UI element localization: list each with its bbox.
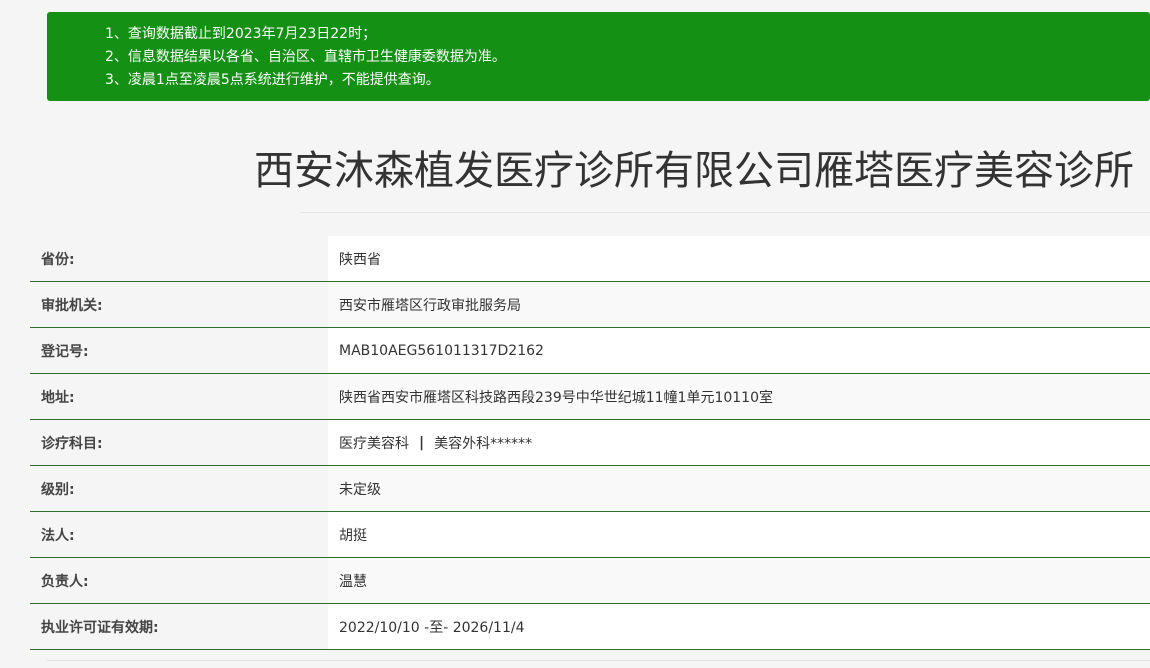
registration-no-value: MAB10AEG561011317D2162 bbox=[328, 328, 1150, 373]
level-value: 未定级 bbox=[328, 466, 1150, 511]
row-address: 地址: 陕西省西安市雁塔区科技路西段239号中华世纪城11幢1单元10110室 bbox=[30, 374, 1150, 420]
province-value: 陕西省 bbox=[328, 236, 1150, 281]
level-label: 级别: bbox=[41, 481, 75, 498]
row-license-validity: 执业许可证有效期: 2022/10/10 -至- 2026/11/4 bbox=[30, 604, 1150, 650]
responsible-person-label: 负责人: bbox=[41, 573, 89, 590]
notice-banner: 1、查询数据截止到2023年7月23日22时； 2、信息数据结果以各省、自治区、… bbox=[47, 12, 1150, 101]
legal-person-value: 胡挺 bbox=[328, 512, 1150, 557]
row-responsible-person: 负责人: 温慧 bbox=[30, 558, 1150, 604]
info-table: 省份: 陕西省 审批机关: 西安市雁塔区行政审批服务局 登记号: MAB10AE… bbox=[30, 236, 1150, 650]
notice-line-3: 3、凌晨1点至凌晨5点系统进行维护，不能提供查询。 bbox=[105, 72, 440, 88]
province-label: 省份: bbox=[41, 251, 75, 268]
page-title: 西安沐森植发医疗诊所有限公司雁塔医疗美容诊所 bbox=[254, 148, 1134, 194]
departments-value: 医疗美容科 | 美容外科****** bbox=[328, 420, 1150, 465]
row-legal-person: 法人: 胡挺 bbox=[30, 512, 1150, 558]
department-item: 美容外科****** bbox=[434, 435, 533, 452]
legal-person-label: 法人: bbox=[41, 527, 75, 544]
row-registration-no: 登记号: MAB10AEG561011317D2162 bbox=[30, 328, 1150, 374]
authority-label: 审批机关: bbox=[41, 297, 103, 314]
responsible-person-value: 温慧 bbox=[328, 558, 1150, 603]
license-validity-label: 执业许可证有效期: bbox=[41, 619, 159, 636]
address-value: 陕西省西安市雁塔区科技路西段239号中华世纪城11幢1单元10110室 bbox=[328, 374, 1150, 419]
notice-line-1: 1、查询数据截止到2023年7月23日22时； bbox=[105, 26, 377, 42]
departments-label: 诊疗科目: bbox=[41, 435, 103, 452]
bottom-divider bbox=[47, 660, 1150, 661]
notice-line-2: 2、信息数据结果以各省、自治区、直辖市卫生健康委数据为准。 bbox=[105, 49, 506, 65]
department-separator: | bbox=[419, 434, 425, 451]
department-item: 医疗美容科 bbox=[339, 435, 409, 452]
row-level: 级别: 未定级 bbox=[30, 466, 1150, 512]
authority-value: 西安市雁塔区行政审批服务局 bbox=[328, 282, 1150, 327]
title-divider bbox=[300, 212, 1150, 213]
registration-no-label: 登记号: bbox=[41, 343, 89, 360]
row-authority: 审批机关: 西安市雁塔区行政审批服务局 bbox=[30, 282, 1150, 328]
row-province: 省份: 陕西省 bbox=[30, 236, 1150, 282]
license-validity-value: 2022/10/10 -至- 2026/11/4 bbox=[328, 604, 1150, 649]
page: 1、查询数据截止到2023年7月23日22时； 2、信息数据结果以各省、自治区、… bbox=[0, 0, 1150, 668]
row-departments: 诊疗科目: 医疗美容科 | 美容外科****** bbox=[30, 420, 1150, 466]
address-label: 地址: bbox=[41, 389, 75, 406]
